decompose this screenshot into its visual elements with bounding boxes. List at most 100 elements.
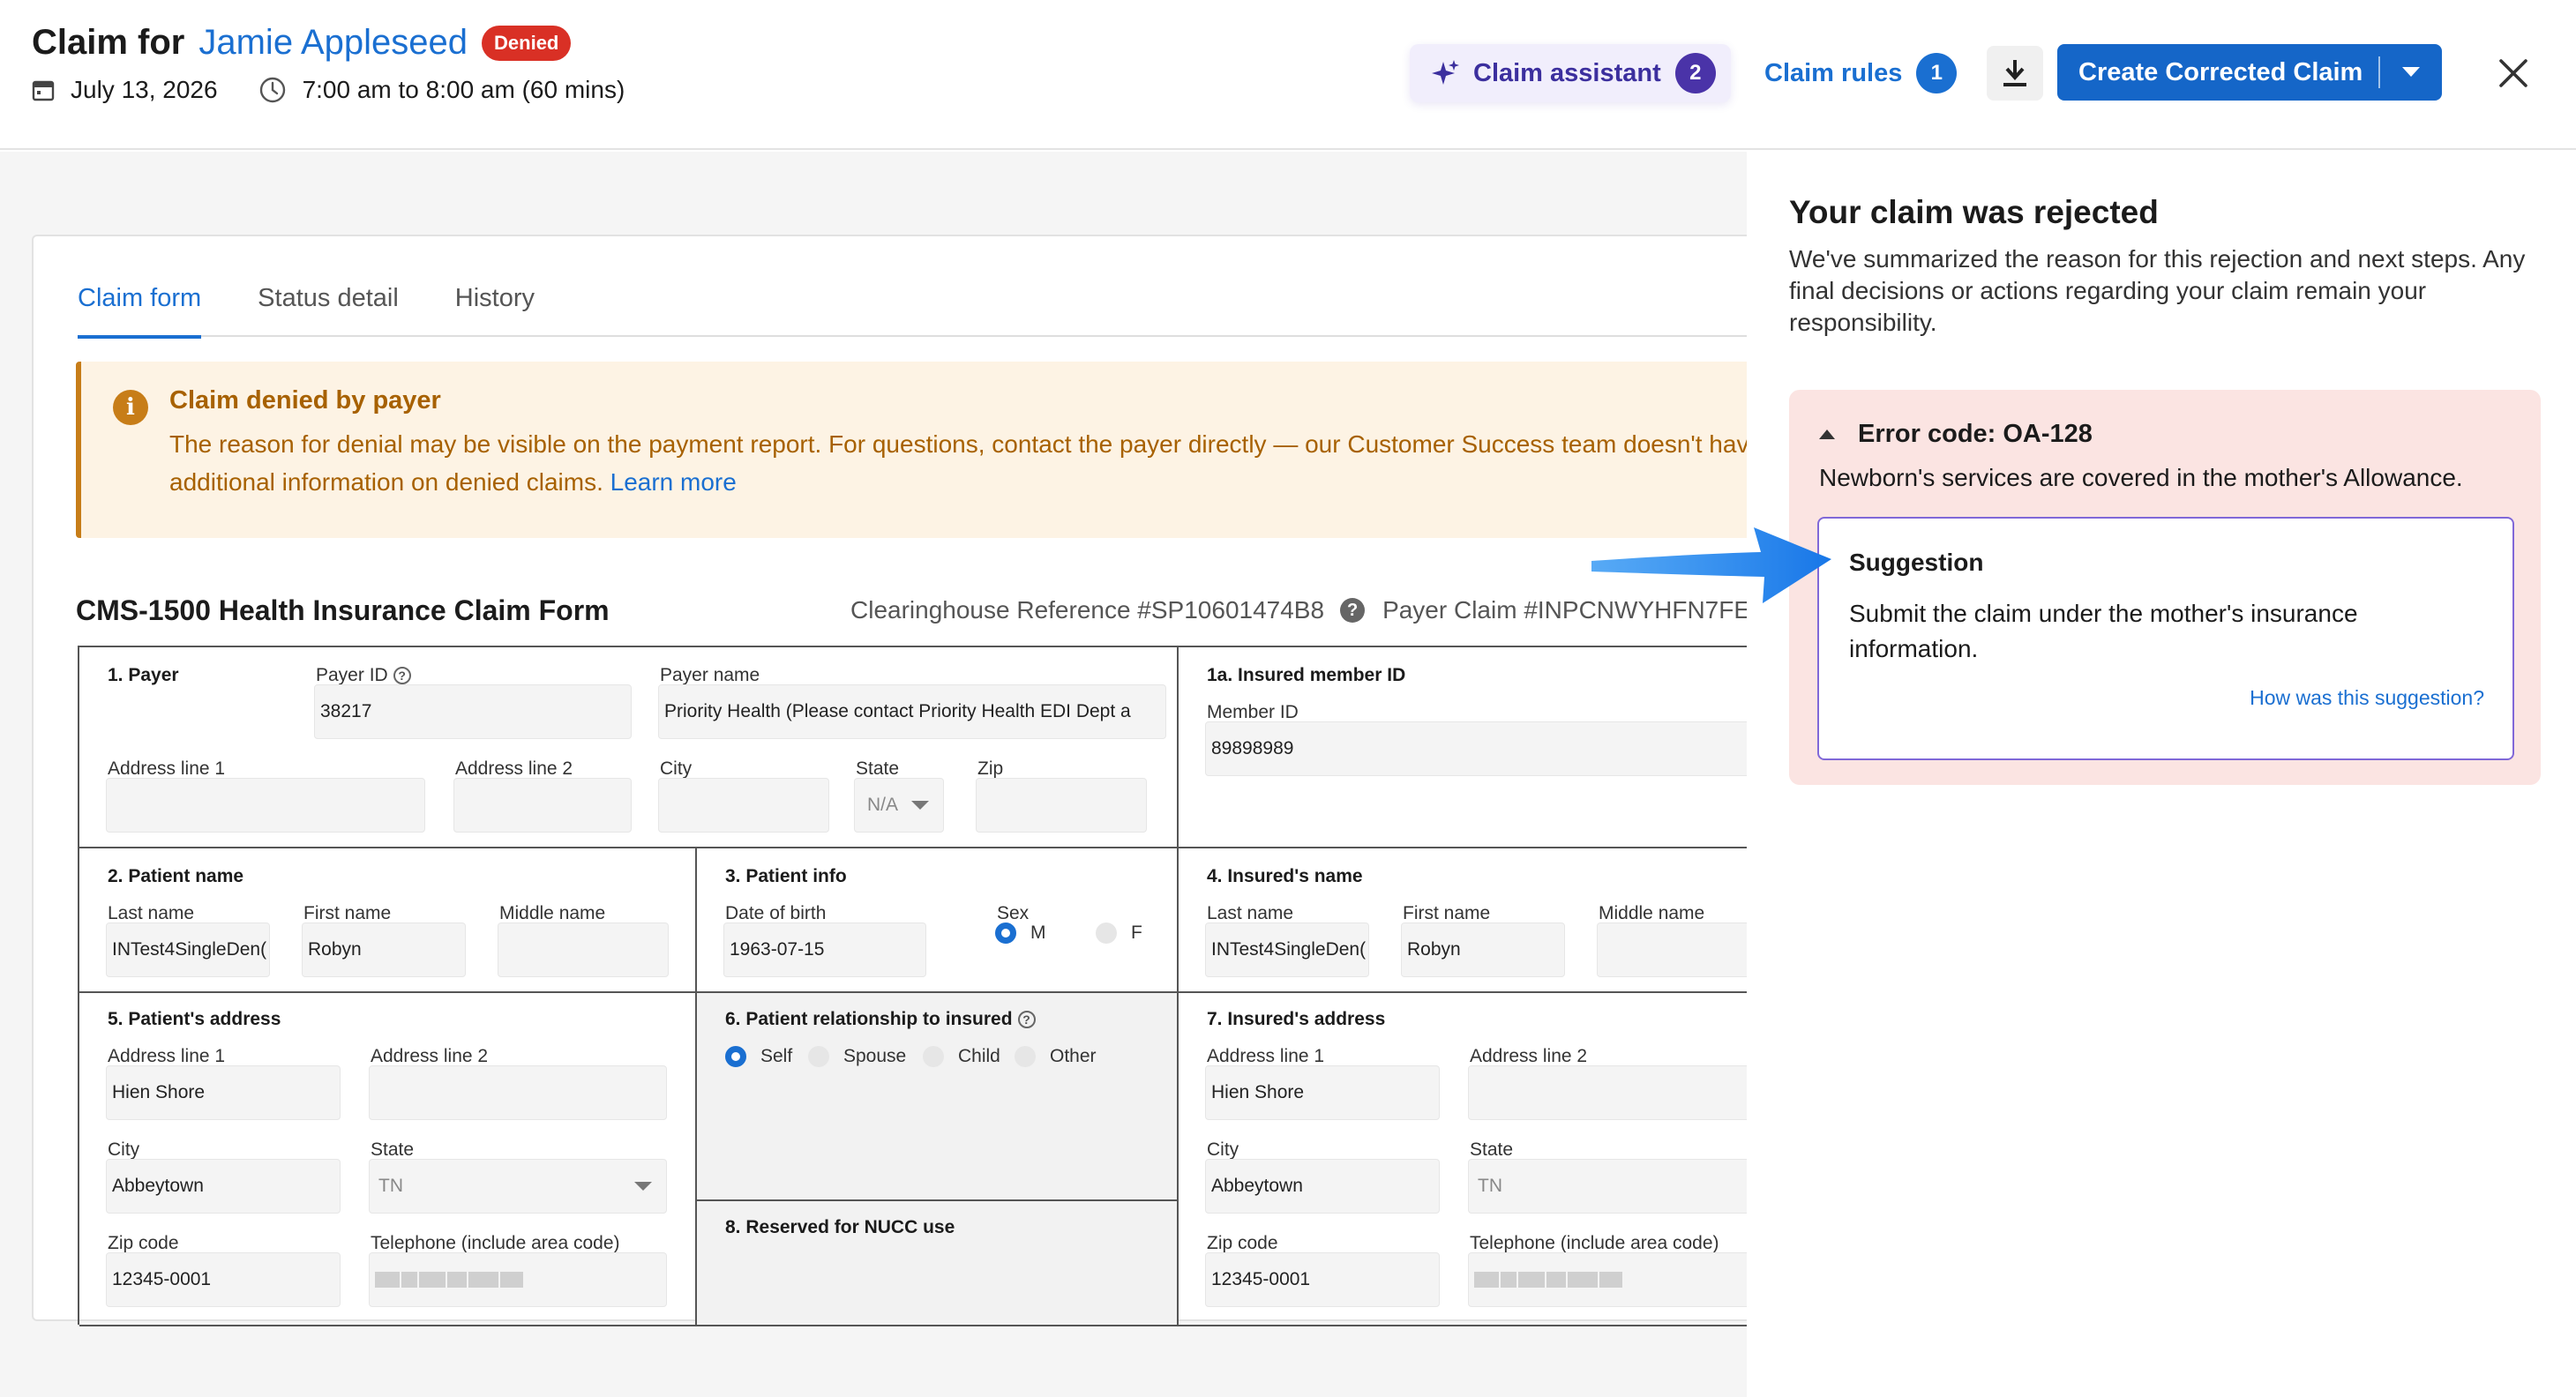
insured-last-name-field[interactable]: INTest4SingleDen( [1205, 923, 1369, 977]
relationship-self[interactable]: Self [725, 1046, 792, 1067]
insured-address1-field[interactable]: Hien Shore [1205, 1065, 1440, 1120]
payer-state-select[interactable]: N/A [854, 778, 944, 833]
insured-phone-field[interactable] [1468, 1252, 1747, 1307]
help-icon[interactable]: ? [393, 667, 411, 684]
chevron-down-icon [634, 1182, 652, 1191]
payer-id-field[interactable]: 38217 [314, 684, 632, 739]
member-id-field[interactable]: 89898989 [1205, 721, 1747, 776]
sex-label: Sex [997, 903, 1030, 923]
payer-address2-field[interactable] [453, 778, 632, 833]
insured-middle-name-field[interactable] [1597, 923, 1747, 977]
insured-zip-field[interactable]: 12345-0001 [1205, 1252, 1440, 1307]
last-name-label: Last name [108, 903, 195, 923]
create-claim-dropdown[interactable] [2380, 44, 2442, 101]
time-item: 7:00 am to 8:00 am (60 mins) [258, 76, 625, 104]
patient-address2-field[interactable] [369, 1065, 667, 1120]
patient-address1-field[interactable]: Hien Shore [106, 1065, 341, 1120]
radio-label: Child [958, 1046, 1000, 1066]
close-button[interactable] [2493, 53, 2534, 93]
claim-assistant-button[interactable]: Claim assistant 2 [1410, 44, 1731, 102]
claim-content: Claim form Status detail History i Claim… [0, 152, 1747, 1397]
zip-label: Zip code [1207, 1233, 1278, 1253]
tab-history[interactable]: History [455, 284, 535, 337]
relationship-spouse[interactable]: Spouse [808, 1046, 906, 1067]
payer-id-label-text: Payer ID [316, 665, 388, 685]
panel-title: Your claim was rejected [1789, 194, 2159, 230]
help-icon[interactable]: ? [1017, 1011, 1036, 1028]
section-patient-info: 3. Patient info Date of birth 1963-07-15… [697, 848, 1179, 993]
dob-label: Date of birth [725, 903, 827, 923]
patient-zip-field[interactable]: 12345-0001 [106, 1252, 341, 1307]
suggestion-title: Suggestion [1849, 549, 1984, 576]
arrow-icon [1591, 527, 1831, 603]
insured-state-value: TN [1478, 1176, 1502, 1196]
dob-field[interactable]: 1963-07-15 [723, 923, 926, 977]
create-corrected-claim-button[interactable]: Create Corrected Claim [2057, 44, 2442, 101]
patient-city-field[interactable]: Abbeytown [106, 1159, 341, 1214]
insured-city-field[interactable]: Abbeytown [1205, 1159, 1440, 1214]
denial-alert: i Claim denied by payer The reason for d… [76, 362, 1747, 538]
section-title: 3. Patient info [725, 866, 847, 886]
learn-more-link[interactable]: Learn more [610, 468, 737, 496]
redacted-phone [1474, 1272, 1622, 1288]
relationship-other[interactable]: Other [1015, 1046, 1097, 1067]
address1-label: Address line 1 [108, 1046, 226, 1066]
claim-rules-label: Claim rules [1764, 58, 1903, 87]
payer-name-field[interactable]: Priority Health (Please contact Priority… [658, 684, 1166, 739]
insured-address2-field[interactable] [1468, 1065, 1747, 1120]
city-label: City [1207, 1139, 1239, 1160]
suggestion-feedback-link[interactable]: How was this suggestion? [2250, 686, 2484, 710]
title-prefix: Claim for [32, 23, 185, 62]
section-title: 4. Insured's name [1207, 866, 1363, 886]
redacted-phone [375, 1272, 523, 1288]
payer-zip-field[interactable] [976, 778, 1147, 833]
clock-icon [259, 77, 285, 103]
sex-radio-m[interactable]: M [995, 923, 1046, 944]
insured-first-name-field[interactable]: Robyn [1401, 923, 1565, 977]
suggestion-text: Submit the claim under the mother's insu… [1849, 600, 2358, 662]
payer-address1-field[interactable] [106, 778, 425, 833]
calendar-icon [32, 80, 55, 101]
section-title: 1a. Insured member ID [1207, 665, 1406, 685]
claim-rules-button[interactable]: Claim rules 1 [1764, 44, 1958, 102]
last-name-label: Last name [1207, 903, 1294, 923]
patient-phone-field[interactable] [369, 1252, 667, 1307]
download-button[interactable] [1987, 46, 2043, 101]
assistant-count-badge: 2 [1674, 53, 1716, 93]
address2-label: Address line 2 [371, 1046, 489, 1066]
patient-first-name-field[interactable]: Robyn [302, 923, 466, 977]
error-code: Error code: OA-128 [1858, 420, 2093, 448]
section-title: 8. Reserved for NUCC use [725, 1217, 955, 1237]
sparkle-icon [1432, 60, 1459, 85]
section-title: 2. Patient name [108, 866, 244, 886]
section-relationship: 6. Patient relationship to insured? Self… [697, 993, 1179, 1201]
address1-label: Address line 1 [1207, 1046, 1325, 1066]
middle-name-label: Middle name [499, 903, 606, 923]
section-nucc-reserved: 8. Reserved for NUCC use [697, 1201, 1179, 1326]
radio-selected [995, 923, 1016, 944]
section-title: 5. Patient's address [108, 1009, 281, 1029]
patient-state-select[interactable]: TN [369, 1159, 667, 1214]
help-icon[interactable]: ? [1340, 598, 1366, 623]
middle-name-label: Middle name [1599, 903, 1705, 923]
address1-label: Address line 1 [108, 758, 226, 779]
tab-claim-form[interactable]: Claim form [78, 284, 202, 339]
patient-middle-name-field[interactable] [498, 923, 669, 977]
appointment-meta: July 13, 2026 7:00 am to 8:00 am (60 min… [32, 76, 665, 104]
relationship-child[interactable]: Child [923, 1046, 1000, 1067]
insured-state-select[interactable]: TN [1468, 1159, 1747, 1214]
alert-text: The reason for denial may be visible on … [169, 425, 1747, 501]
city-label: City [660, 758, 693, 779]
section-insured-member-id: 1a. Insured member ID Member ID 89898989 [1179, 647, 1747, 848]
payer-city-field[interactable] [658, 778, 829, 833]
appointment-time: 7:00 am to 8:00 am (60 mins) [302, 76, 625, 103]
patient-last-name-field[interactable]: INTest4SingleDen( [106, 923, 270, 977]
claim-card: Claim form Status detail History i Claim… [32, 235, 1747, 1326]
tab-status-detail[interactable]: Status detail [258, 284, 399, 337]
patient-name-link[interactable]: Jamie Appleseed [198, 23, 468, 63]
error-code-toggle[interactable]: Error code: OA-128 [1819, 420, 2093, 449]
sex-radio-f[interactable]: F [1096, 923, 1142, 944]
radio-label: Spouse [843, 1046, 907, 1066]
section-payer: 1. Payer Payer ID? 38217 Payer name Prio… [79, 647, 1179, 848]
section-patient-name: 2. Patient name Last name INTest4SingleD… [79, 848, 697, 993]
